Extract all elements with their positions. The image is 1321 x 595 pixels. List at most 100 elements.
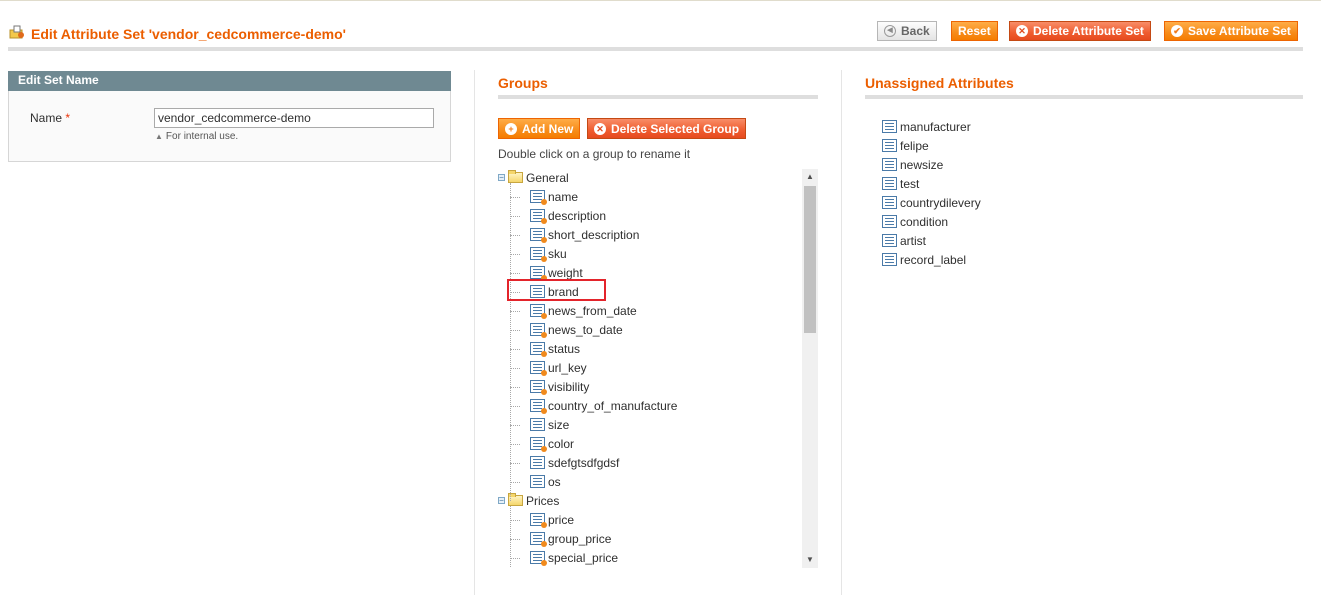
tree-connector — [510, 425, 520, 426]
unassigned-title: Unassigned Attributes — [865, 75, 1014, 91]
unassigned-attribute[interactable]: artist — [882, 232, 926, 249]
attribute-label: news_from_date — [548, 303, 637, 318]
attribute-label: record_label — [900, 252, 967, 267]
attribute-label: special_price — [548, 550, 619, 565]
name-label: Name * — [30, 111, 71, 125]
collapse-icon[interactable]: − — [498, 497, 505, 505]
delete-attribute-set-button[interactable]: ✕ Delete Attribute Set — [1009, 21, 1151, 41]
tree-connector — [510, 311, 520, 312]
groups-divider — [498, 95, 818, 99]
tree-attribute[interactable]: status — [530, 340, 580, 357]
attribute-label: size — [548, 417, 570, 432]
tree-connector — [510, 482, 520, 483]
tree-connector — [510, 216, 520, 217]
tree-connector — [510, 506, 511, 568]
attribute-label: news_to_date — [548, 322, 623, 337]
tree-connector — [510, 235, 520, 236]
attribute-label: short_description — [548, 227, 640, 242]
attribute-icon — [530, 209, 547, 224]
attribute-icon — [882, 215, 897, 228]
attribute-label: visibility — [548, 379, 590, 394]
attribute-label: group_price — [548, 531, 612, 546]
groups-title: Groups — [498, 75, 548, 91]
tree-attribute[interactable]: name — [530, 188, 578, 205]
attribute-label: felipe — [900, 138, 929, 153]
attribute-label: weight — [548, 265, 583, 280]
scroll-down-icon[interactable]: ▼ — [802, 552, 818, 568]
attribute-label: test — [900, 176, 920, 191]
header-divider — [8, 47, 1303, 51]
attribute-icon — [530, 437, 547, 452]
reset-button-label: Reset — [958, 24, 991, 38]
attribute-icon — [882, 139, 897, 152]
unassigned-attribute[interactable]: felipe — [882, 137, 929, 154]
save-attribute-set-button[interactable]: ✔ Save Attribute Set — [1164, 21, 1298, 41]
add-new-group-button[interactable]: + Add New — [498, 118, 581, 139]
tree-attribute[interactable]: country_of_manufacture — [530, 397, 677, 414]
delete-icon: ✕ — [1016, 25, 1028, 37]
attribute-icon — [882, 158, 897, 171]
scrollbar-thumb[interactable] — [804, 186, 816, 333]
reset-button[interactable]: Reset — [951, 21, 998, 41]
plus-icon: + — [505, 122, 517, 135]
tree-attribute[interactable]: url_key — [530, 359, 587, 376]
tree-connector — [510, 183, 511, 501]
attribute-label: url_key — [548, 360, 587, 375]
set-name-input[interactable] — [154, 108, 434, 128]
unassigned-attribute[interactable]: countrydilevery — [882, 194, 981, 211]
edit-set-name-heading: Edit Set Name — [8, 71, 451, 91]
tree-attribute[interactable]: os — [530, 473, 561, 490]
save-button-label: Save Attribute Set — [1188, 24, 1291, 38]
attribute-icon — [882, 177, 897, 190]
tree-connector — [510, 406, 520, 407]
delete-button-label: Delete Attribute Set — [1033, 24, 1144, 38]
group-label: General — [526, 170, 569, 185]
tree-attribute[interactable]: special_price — [530, 549, 618, 566]
collapse-icon[interactable]: − — [498, 174, 505, 182]
delete-selected-group-label: Delete Selected Group — [611, 121, 740, 136]
back-button[interactable]: ◀ Back — [877, 21, 937, 41]
tree-connector — [510, 349, 520, 350]
attribute-set-icon — [9, 25, 24, 39]
attribute-label: os — [548, 474, 561, 489]
groups-tree[interactable]: − General name description short_description… — [498, 169, 818, 568]
rename-hint: Double click on a group to rename it — [498, 147, 691, 161]
delete-selected-group-button[interactable]: ✕ Delete Selected Group — [587, 118, 747, 139]
unassigned-attribute[interactable]: newsize — [882, 156, 943, 173]
tree-attribute[interactable]: sdefgtsdfgdsf — [530, 454, 619, 471]
back-button-label: Back — [901, 24, 930, 38]
tree-connector — [510, 387, 520, 388]
unassigned-attribute[interactable]: test — [882, 175, 919, 192]
group-label: Prices — [526, 493, 560, 508]
tree-attribute[interactable]: news_to_date — [530, 321, 623, 338]
attribute-icon — [530, 456, 545, 469]
tree-group[interactable]: − General — [498, 169, 569, 186]
tree-attribute[interactable]: group_price — [530, 530, 611, 547]
top-border — [0, 0, 1321, 1]
tree-attribute[interactable]: description — [530, 207, 606, 224]
tree-attribute[interactable]: size — [530, 416, 569, 433]
tree-attribute[interactable]: color — [530, 435, 574, 452]
attribute-icon — [882, 234, 897, 247]
tree-group[interactable]: − Prices — [498, 492, 559, 509]
tree-attribute[interactable]: short_description — [530, 226, 639, 243]
tree-connector — [510, 330, 520, 331]
column-divider — [474, 70, 475, 595]
attribute-label: sku — [548, 246, 567, 261]
page-title: Edit Attribute Set 'vendor_cedcommerce-d… — [31, 26, 346, 42]
unassigned-attribute[interactable]: record_label — [882, 251, 966, 268]
tree-connector — [510, 463, 520, 464]
attribute-icon — [530, 342, 547, 357]
unassigned-attribute[interactable]: condition — [882, 213, 948, 230]
unassigned-attribute[interactable]: manufacturer — [882, 118, 971, 135]
attribute-label: description — [548, 208, 607, 223]
scroll-up-icon[interactable]: ▲ — [802, 169, 818, 185]
column-divider — [841, 70, 842, 595]
unassigned-divider — [865, 95, 1303, 99]
tree-attribute[interactable]: price — [530, 511, 574, 528]
tree-attribute[interactable]: news_from_date — [530, 302, 637, 319]
tree-attribute[interactable]: sku — [530, 245, 567, 262]
tree-attribute[interactable]: visibility — [530, 378, 589, 395]
attribute-icon — [882, 253, 897, 266]
attribute-label: newsize — [900, 157, 944, 172]
